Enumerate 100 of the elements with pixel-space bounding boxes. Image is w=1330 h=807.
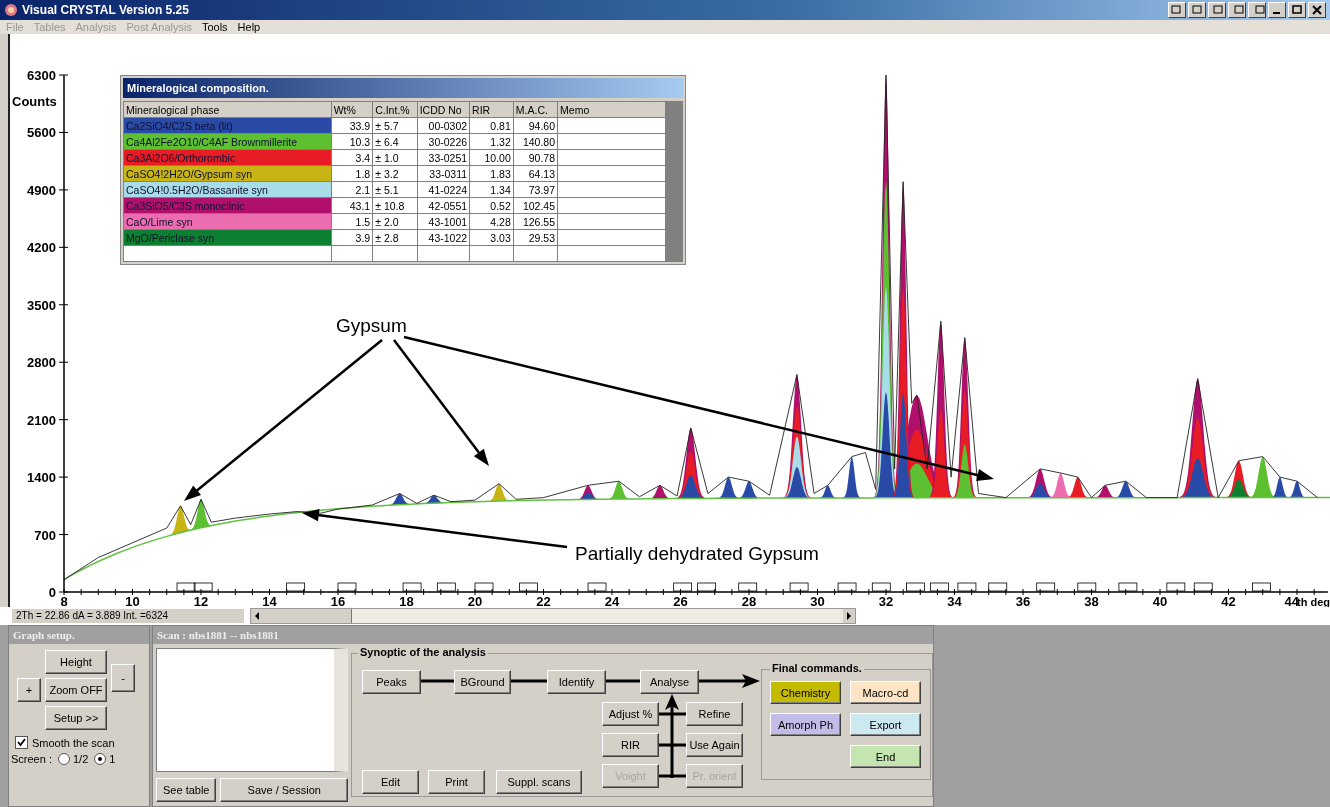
x-tick-label: 20 [467, 594, 483, 607]
table-cell: 1.32 [469, 133, 514, 150]
table-cell: 30-0226 [417, 133, 470, 150]
x-tick-label: 38 [1084, 594, 1099, 607]
setup-button[interactable]: Setup >> [45, 706, 107, 730]
menu-item[interactable]: Tools [201, 21, 228, 33]
height-button[interactable]: Height [45, 650, 107, 674]
column-header: M.A.C. [513, 101, 558, 118]
x-tick-label: 16 [330, 594, 346, 607]
table-cell: 140.80 [513, 133, 558, 150]
table-cell: 73.97 [513, 181, 558, 198]
step-button[interactable]: BGround [454, 670, 511, 694]
command-button[interactable]: Print [428, 770, 485, 794]
radio-label: 1 [109, 753, 116, 765]
radio-button[interactable] [94, 753, 107, 765]
x-tick-label: 14 [262, 594, 277, 607]
table-cell: 1.8 [331, 165, 373, 182]
minus-button[interactable]: - [111, 664, 135, 692]
text-area[interactable] [156, 648, 348, 772]
table-cell: 0.52 [469, 197, 514, 214]
y-tick-label: 4900 [27, 182, 56, 198]
command-button[interactable]: Edit [362, 770, 419, 794]
x-tick-label: 42 [1221, 594, 1236, 607]
command-button[interactable]: Amorph Ph [770, 713, 841, 736]
y-axis-label: Counts [12, 94, 57, 109]
table-cell: 41-0224 [417, 181, 470, 198]
horizontal-scrollbar[interactable] [250, 608, 856, 624]
x-tick-label: 32 [878, 594, 894, 607]
panel-title: Graph setup. [9, 626, 149, 644]
connector-line [511, 679, 547, 683]
table-cell: 1.5 [331, 213, 373, 230]
command-button[interactable]: Macro-cd [850, 681, 921, 704]
command-button[interactable]: Export [850, 713, 921, 736]
y-tick-label: 0 [48, 585, 56, 600]
group-label: Final commands. [770, 662, 864, 674]
command-button[interactable]: End [850, 745, 921, 768]
step-button[interactable]: Adjust % [602, 702, 659, 726]
y-tick-label: 2800 [27, 355, 56, 371]
menu-item[interactable]: Help [237, 21, 261, 33]
toolbar-icon[interactable] [1188, 2, 1206, 18]
table-cell: ± 1.0 [372, 149, 418, 166]
radio-group-label: Screen : [11, 753, 52, 765]
toolbar-icon[interactable] [1168, 2, 1186, 18]
toolbar-icon[interactable] [1228, 2, 1246, 18]
column-header: Wt% [331, 101, 373, 118]
x-tick-label: 24 [604, 594, 620, 607]
y-tick-label: 5600 [27, 125, 56, 141]
table-cell: 1.34 [469, 181, 514, 198]
window-title: Visual CRYSTAL Version 5.25 [22, 3, 189, 17]
scan-button[interactable]: See table [156, 778, 217, 802]
minimize-icon[interactable] [1268, 2, 1286, 18]
toolbar-icon[interactable] [1248, 2, 1266, 18]
table-cell: 33-0251 [417, 149, 470, 166]
maximize-icon[interactable] [1288, 2, 1306, 18]
table-cell: 64.13 [513, 165, 558, 182]
table-cell: 43.1 [331, 197, 373, 214]
composition-window-title: Mineralogical composition. [123, 78, 683, 98]
step-button[interactable]: Use Again [686, 733, 743, 757]
table-cell: 3.03 [469, 229, 514, 246]
table-cell: 33-0311 [417, 165, 470, 182]
table-cell: 90.78 [513, 149, 558, 166]
x-tick-label: 22 [536, 594, 551, 607]
annotation-label: Partially dehydrated Gypsum [575, 543, 819, 564]
step-button[interactable]: Analyse [640, 670, 699, 694]
step-button[interactable]: Identify [547, 670, 606, 694]
table-cell: ± 2.8 [372, 229, 418, 246]
column-header: C.Int.% [372, 101, 418, 118]
left-arrow-icon[interactable] [254, 612, 260, 620]
table-cell: ± 10.8 [372, 197, 418, 214]
table-cell: ± 5.1 [372, 181, 418, 198]
checkbox-label: Smooth the scan [32, 736, 115, 749]
step-button[interactable]: Refine [686, 702, 743, 726]
toolbar-icon[interactable] [1208, 2, 1226, 18]
column-header: Memo [557, 101, 665, 118]
table-cell: 3.4 [331, 149, 373, 166]
table-cell: ± 5.7 [372, 117, 418, 134]
scan-button[interactable]: Save / Session [220, 778, 348, 802]
table-cell: 1.83 [469, 165, 514, 182]
command-button[interactable]: Chemistry [770, 681, 841, 704]
close-icon[interactable] [1308, 2, 1326, 18]
connector-line [421, 679, 454, 683]
plus-button[interactable]: + [17, 678, 41, 702]
step-button[interactable]: RIR [602, 733, 659, 757]
checkbox[interactable] [15, 736, 28, 749]
x-tick-label: 18 [399, 594, 414, 607]
zoom-button[interactable]: Zoom OFF [45, 678, 107, 702]
x-tick-label: 12 [193, 594, 209, 607]
y-tick-label: 700 [34, 527, 56, 543]
y-tick-label: 6300 [27, 68, 56, 83]
radio-button[interactable] [57, 753, 70, 765]
right-arrow-icon[interactable] [846, 612, 852, 620]
cursor-readout: 2Th = 22.86 dA = 3.889 Int. =6324 [12, 609, 244, 623]
command-button[interactable]: Suppl. scans [496, 770, 582, 794]
step-button[interactable]: Peaks [362, 670, 421, 694]
panel-title: Scan : nbs1881 -- nbs1881 [153, 626, 933, 644]
table-cell: 2.1 [331, 181, 373, 198]
table-cell: 42-0551 [417, 197, 470, 214]
x-tick-label: 30 [810, 594, 825, 607]
group-label: Synoptic of the analysis [358, 646, 488, 658]
table-cell: 3.9 [331, 229, 373, 246]
